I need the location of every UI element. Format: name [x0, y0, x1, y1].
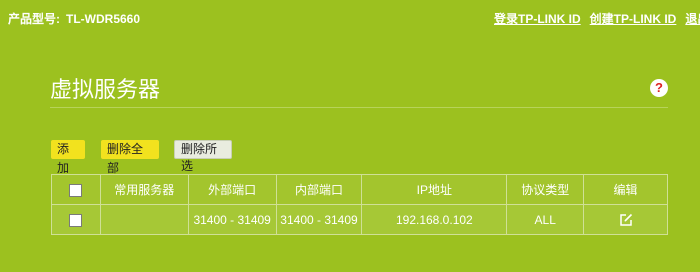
column-header: 协议类型 — [506, 174, 585, 205]
external-port-cell: 31400 - 31409 — [187, 204, 277, 235]
table-header-row: 常用服务器 外部端口 内部端口 IP地址 协议类型 编辑 — [51, 174, 668, 205]
common-server-cell — [99, 204, 189, 235]
product-model: TL-WDR5660 — [66, 12, 141, 26]
virtual-server-table: 常用服务器 外部端口 内部端口 IP地址 协议类型 编辑 31400 - 314… — [51, 174, 668, 235]
column-header: 外部端口 — [187, 174, 277, 205]
edit-cell — [583, 204, 668, 235]
top-bar: 产品型号: TL-WDR5660 登录TP-LINK ID 创建TP-LINK ID… — [0, 0, 700, 36]
table-row: 31400 - 31409 31400 - 31409 192.168.0.10… — [51, 204, 668, 235]
column-header: 常用服务器 — [99, 174, 189, 205]
add-button[interactable]: 添加 — [51, 140, 85, 175]
create-tplink-id-link[interactable]: 创建TP-LINK ID — [590, 12, 677, 26]
logout-link[interactable]: 退出 — [685, 12, 700, 26]
page-title: 虚拟服务器 — [50, 77, 161, 102]
ip-address-cell: 192.168.0.102 — [361, 204, 508, 235]
row-select-cell — [51, 204, 101, 235]
product-info: 产品型号: TL-WDR5660 — [8, 10, 140, 27]
column-header: 编辑 — [583, 174, 668, 205]
help-question-icon[interactable]: ? — [650, 79, 668, 97]
title-divider — [50, 107, 668, 108]
edit-icon[interactable] — [619, 213, 633, 227]
row-checkbox[interactable] — [69, 213, 83, 227]
product-label: 产品型号: — [8, 12, 60, 26]
protocol-cell: ALL — [506, 204, 585, 235]
column-header: IP地址 — [361, 174, 508, 205]
select-all-checkbox[interactable] — [69, 183, 83, 197]
delete-all-button[interactable]: 删除全部 — [101, 140, 159, 175]
select-all-header — [51, 174, 101, 205]
column-header: 内部端口 — [275, 174, 363, 205]
login-tplink-id-link[interactable]: 登录TP-LINK ID — [494, 12, 581, 26]
internal-port-cell: 31400 - 31409 — [275, 204, 363, 235]
header-links: 登录TP-LINK ID 创建TP-LINK ID 退出 — [494, 10, 700, 27]
delete-selected-button[interactable]: 删除所选 — [174, 140, 232, 173]
